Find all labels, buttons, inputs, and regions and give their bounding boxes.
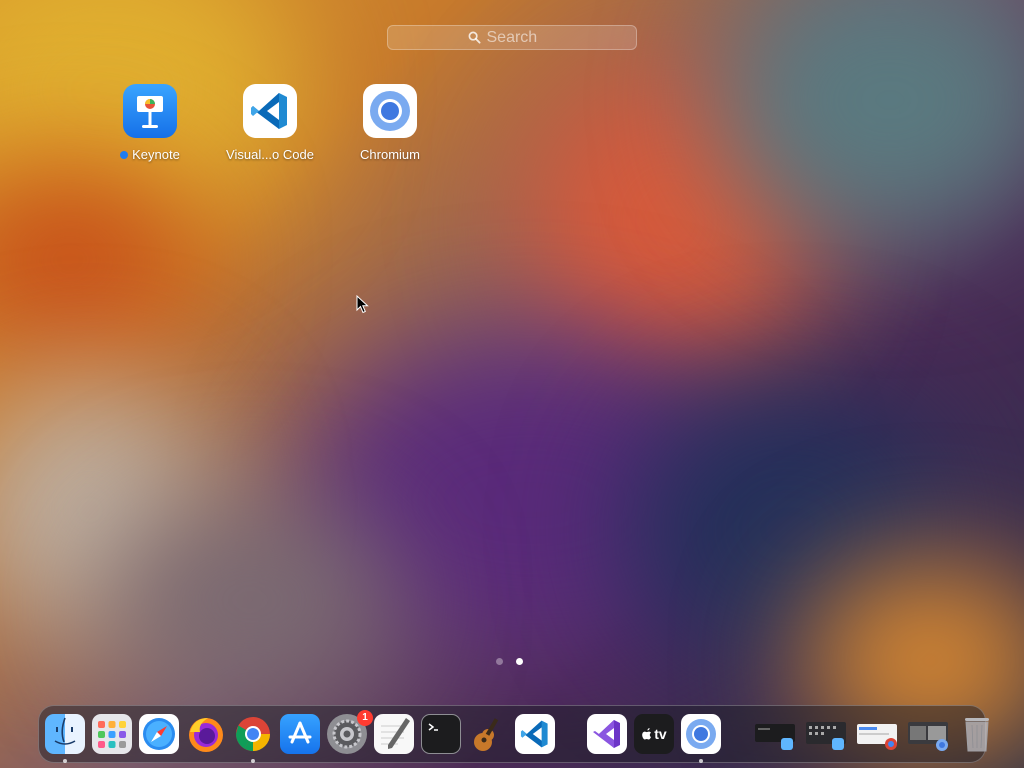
dock-window-1[interactable] [753,714,797,754]
app-chromium[interactable]: Chromium [330,84,450,162]
dock-chrome[interactable] [233,714,273,763]
dock-terminal[interactable] [421,714,461,754]
dock-launchpad[interactable] [92,714,132,754]
minimized-window-chrome-icon [855,714,899,754]
textedit-icon [374,714,414,754]
app-store-icon [280,714,320,754]
dock-chromium[interactable] [681,714,721,763]
dock-finder[interactable] [45,714,85,763]
running-indicator [63,759,67,763]
app-label: Visual...o Code [226,147,314,162]
search-input[interactable] [486,28,557,47]
chromium-icon [681,714,721,754]
dock-system-settings[interactable]: 1 [327,710,373,754]
keynote-icon [123,84,177,138]
page-indicator [496,658,523,665]
chrome-icon [233,714,273,754]
search-field[interactable] [387,25,637,50]
minimized-window-finder-icon [753,714,797,754]
dock-window-3[interactable] [855,714,899,754]
dock-vscode[interactable] [515,714,555,754]
notification-badge: 1 [357,710,373,726]
finder-icon [45,714,85,754]
visual-studio-icon [587,714,627,754]
tv-label: tv [654,726,667,742]
minimized-window-finder-2-icon [804,714,848,754]
firefox-icon [186,714,226,754]
apple-tv-icon: tv [634,714,674,754]
dock-app-store[interactable] [280,714,320,754]
app-keynote[interactable]: Keynote [90,84,210,162]
search-icon [468,31,481,44]
vscode-icon [243,84,297,138]
dock-window-4[interactable] [906,714,950,754]
guitar-icon [468,714,508,754]
page-dot-2[interactable] [516,658,523,665]
dock-visual-studio[interactable] [587,714,627,754]
dock-window-2[interactable] [804,714,848,754]
dock-textedit[interactable] [374,714,414,754]
chromium-icon [363,84,417,138]
running-indicator [251,759,255,763]
running-indicator [699,759,703,763]
terminal-icon [421,714,461,754]
dock-instruments[interactable] [468,714,508,754]
mouse-cursor [356,295,369,314]
app-vscode[interactable]: Visual...o Code [210,84,330,162]
dock-trash[interactable] [957,714,997,754]
app-label: Chromium [360,147,420,162]
new-app-dot [120,150,129,159]
launchpad-icon [92,714,132,754]
minimized-window-chromium-icon [906,714,950,754]
vscode-icon [515,714,555,754]
dock-apple-tv[interactable]: tv [634,714,674,754]
dock: 1 tv [38,705,989,763]
dock-firefox[interactable] [186,714,226,754]
trash-icon [957,714,997,754]
dock-safari[interactable] [139,714,179,754]
page-dot-1[interactable] [496,658,503,665]
app-label: Keynote [132,147,180,162]
safari-icon [139,714,179,754]
